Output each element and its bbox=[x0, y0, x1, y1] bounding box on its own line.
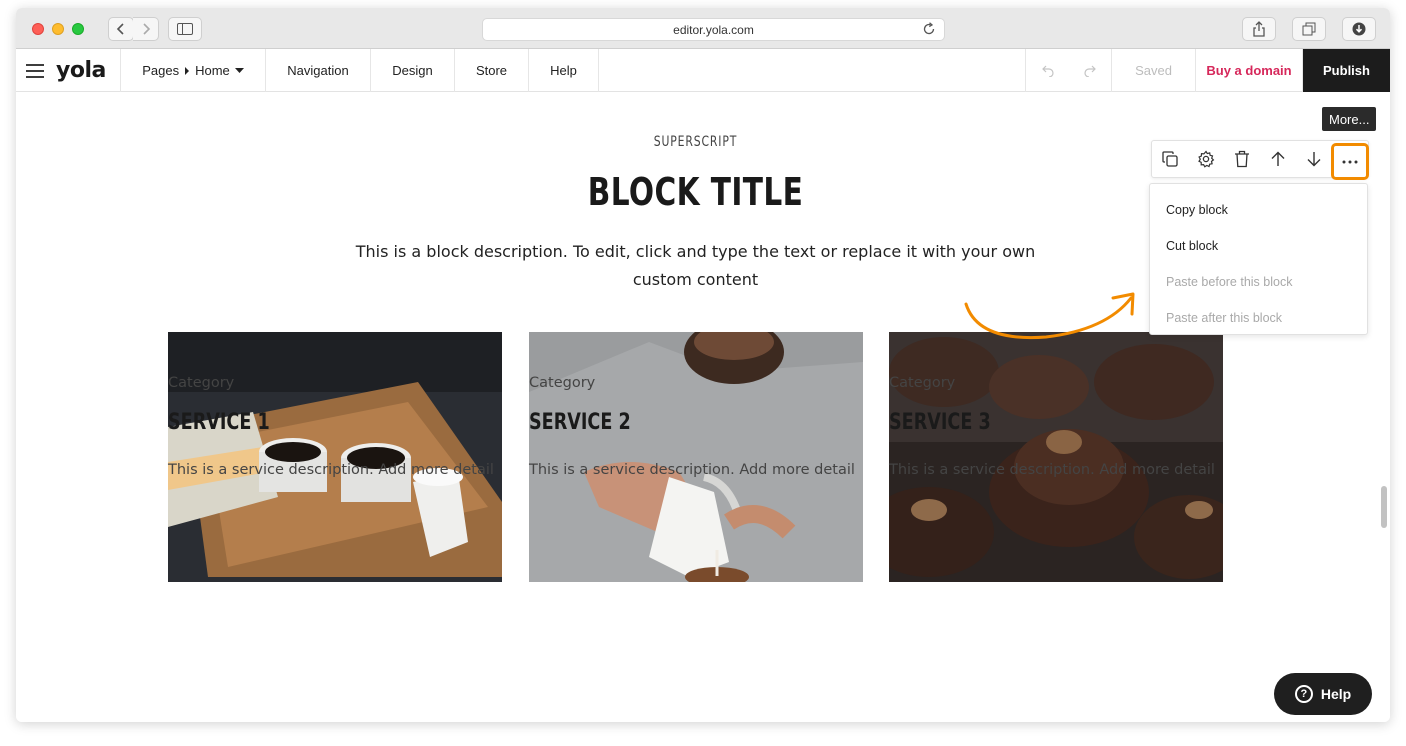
gear-icon bbox=[1198, 150, 1215, 168]
duplicate-block-button[interactable] bbox=[1152, 141, 1188, 177]
sidebar-toggle-button[interactable] bbox=[168, 17, 202, 41]
service-image-3[interactable] bbox=[889, 332, 1223, 582]
paste-after-item: Paste after this block bbox=[1166, 311, 1283, 325]
caret-right-icon bbox=[185, 66, 190, 75]
service-description-1[interactable]: This is a service description. Add more … bbox=[168, 462, 494, 478]
arrow-down-icon bbox=[1307, 152, 1321, 167]
cut-block-item[interactable]: Cut block bbox=[1150, 228, 1367, 264]
block-description[interactable]: This is a block description. To edit, cl… bbox=[336, 238, 1055, 294]
saved-label: Saved bbox=[1135, 63, 1172, 78]
design-tab[interactable]: Design bbox=[371, 49, 455, 92]
downloads-button[interactable] bbox=[1342, 17, 1376, 41]
more-tooltip: More... bbox=[1322, 107, 1377, 131]
browser-window: editor.yola.com yola Pages Home Navigati… bbox=[16, 8, 1390, 722]
hamburger-menu-icon[interactable] bbox=[26, 63, 44, 78]
logo-area: yola bbox=[16, 49, 121, 92]
service-title-2[interactable]: SERVICE 2 bbox=[529, 410, 631, 435]
delete-block-button[interactable] bbox=[1224, 141, 1260, 177]
pages-label: Pages bbox=[142, 63, 180, 78]
help-button-label: Help bbox=[1320, 686, 1352, 702]
publish-label: Publish bbox=[1323, 63, 1370, 78]
back-button[interactable] bbox=[108, 17, 134, 41]
service-category-2[interactable]: Category bbox=[529, 375, 595, 391]
help-label: Help bbox=[550, 63, 577, 78]
help-tab[interactable]: Help bbox=[529, 49, 599, 92]
saved-status: Saved bbox=[1112, 49, 1196, 92]
yola-logo: yola bbox=[56, 58, 106, 83]
publish-button[interactable]: Publish bbox=[1303, 49, 1390, 92]
store-label: Store bbox=[475, 63, 508, 78]
share-icon bbox=[1253, 21, 1265, 37]
redo-icon bbox=[1084, 65, 1096, 77]
url-text: editor.yola.com bbox=[673, 22, 754, 37]
editor-toolbar: yola Pages Home Navigation Design Store … bbox=[16, 49, 1390, 92]
paste-before-item: Paste before this block bbox=[1166, 275, 1293, 289]
download-icon bbox=[1352, 22, 1366, 36]
close-window-button[interactable] bbox=[32, 23, 44, 35]
design-label: Design bbox=[392, 63, 433, 78]
annotation-arrow-icon bbox=[964, 292, 1135, 340]
copy-block-item[interactable]: Copy block bbox=[1150, 192, 1367, 228]
buy-domain-button[interactable]: Buy a domain bbox=[1196, 49, 1303, 92]
block-superscript[interactable]: SUPERSCRIPT bbox=[111, 134, 1280, 150]
pages-dropdown[interactable]: Pages Home bbox=[121, 49, 266, 92]
service-title-3[interactable]: SERVICE 3 bbox=[889, 410, 991, 435]
move-down-button[interactable] bbox=[1296, 141, 1332, 177]
browser-chrome: editor.yola.com bbox=[16, 8, 1390, 49]
redo-button[interactable] bbox=[1069, 49, 1112, 92]
more-options-menu: Copy block Cut block Paste before this b… bbox=[1149, 183, 1368, 335]
service-image-1[interactable] bbox=[168, 332, 502, 582]
current-page-label: Home bbox=[195, 63, 230, 78]
caret-down-icon bbox=[234, 68, 244, 73]
service-title-1[interactable]: SERVICE 1 bbox=[168, 410, 270, 435]
coffee-cups-image bbox=[168, 332, 502, 582]
sidebar-icon bbox=[177, 23, 193, 35]
navigation-label: Navigation bbox=[287, 63, 349, 78]
service-category-3[interactable]: Category bbox=[889, 375, 955, 391]
tabs-button[interactable] bbox=[1292, 17, 1326, 41]
share-button[interactable] bbox=[1242, 17, 1276, 41]
help-button[interactable]: ? Help bbox=[1274, 673, 1372, 715]
service-card-3[interactable] bbox=[889, 332, 1223, 582]
toolbar-spacer bbox=[599, 49, 1026, 92]
more-options-button[interactable] bbox=[1331, 143, 1369, 180]
service-card-2[interactable] bbox=[529, 332, 863, 582]
copy-icon bbox=[1162, 151, 1178, 167]
question-icon: ? bbox=[1294, 685, 1313, 703]
move-up-button[interactable] bbox=[1260, 141, 1296, 177]
undo-icon bbox=[1041, 65, 1054, 77]
service-description-2[interactable]: This is a service description. Add more … bbox=[529, 462, 855, 478]
service-category-1[interactable]: Category bbox=[168, 375, 234, 391]
barista-pouring-image bbox=[529, 332, 863, 582]
chocolate-pastries-image bbox=[889, 332, 1223, 582]
undo-button[interactable] bbox=[1026, 49, 1069, 92]
trash-icon bbox=[1235, 150, 1249, 168]
more-icon bbox=[1342, 160, 1358, 163]
service-image-2[interactable] bbox=[529, 332, 863, 582]
editor-canvas[interactable]: SUPERSCRIPT BLOCK TITLE This is a block … bbox=[16, 92, 1390, 722]
navigation-tab[interactable]: Navigation bbox=[266, 49, 371, 92]
service-card-1[interactable] bbox=[168, 332, 502, 582]
block-settings-button[interactable] bbox=[1188, 141, 1224, 177]
block-title[interactable]: BLOCK TITLE bbox=[165, 170, 1225, 214]
page-scrollbar[interactable] bbox=[1381, 486, 1387, 528]
buy-domain-label: Buy a domain bbox=[1206, 63, 1292, 78]
tabs-icon bbox=[1302, 22, 1316, 36]
minimize-window-button[interactable] bbox=[52, 23, 64, 35]
chevron-right-icon bbox=[142, 23, 150, 35]
service-description-3[interactable]: This is a service description. Add more … bbox=[889, 462, 1215, 478]
chevron-left-icon bbox=[116, 23, 124, 35]
reload-icon[interactable] bbox=[922, 22, 936, 36]
address-bar[interactable]: editor.yola.com bbox=[482, 18, 945, 41]
store-tab[interactable]: Store bbox=[455, 49, 529, 92]
forward-button[interactable] bbox=[133, 17, 159, 41]
maximize-window-button[interactable] bbox=[72, 23, 84, 35]
arrow-up-icon bbox=[1271, 151, 1285, 166]
